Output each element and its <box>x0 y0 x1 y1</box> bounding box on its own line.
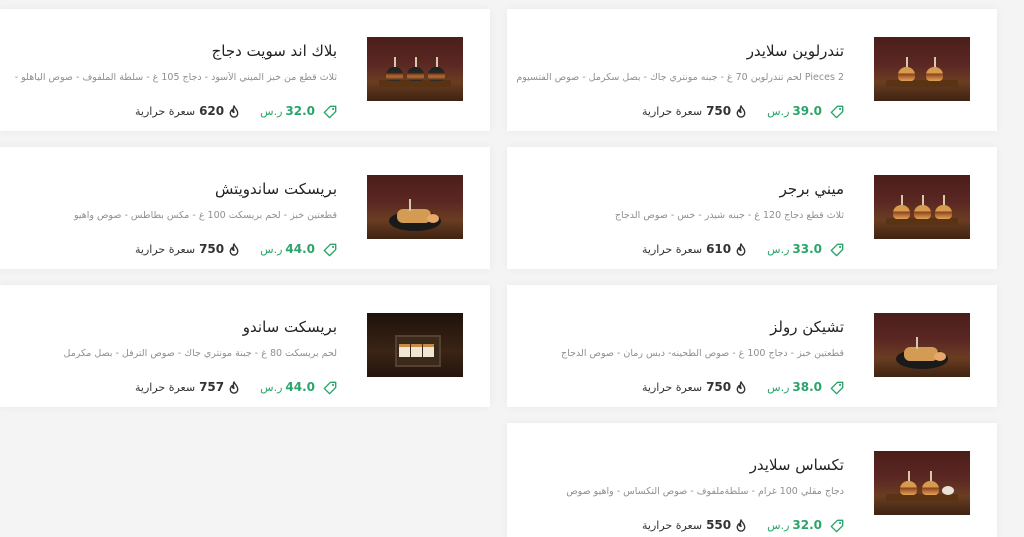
item-title: تكساس سلايدر <box>749 456 844 474</box>
item-description: ثلاث قطع دجاج 120 غ - جبنه شيدر - خس - ص… <box>614 210 844 221</box>
item-description: دجاج مقلي 100 غرام - سلطةملفوف - صوص الت… <box>566 486 844 497</box>
item-description: ثلاث قطع من خبز الميني الأسود - دجاج 105… <box>14 72 337 83</box>
item-meta: 44.0 ر.س 750 سعرة حرارية <box>135 240 337 258</box>
item-price: 32.0 ر.س <box>767 518 822 532</box>
item-calories: 750 سعرة حرارية <box>642 104 747 118</box>
menu-item-card[interactable]: ميني برجر ثلاث قطع دجاج 120 غ - جبنه شيد… <box>507 147 997 269</box>
item-photo <box>874 37 970 101</box>
calorie-label: سعرة حرارية <box>642 518 703 532</box>
item-meta: 44.0 ر.س 757 سعرة حرارية <box>135 378 337 396</box>
price-tag-icon <box>323 242 337 257</box>
item-title: تندرلوين سلايدر <box>746 42 844 60</box>
item-photo <box>367 175 463 239</box>
item-price: 44.0 ر.س <box>260 380 315 394</box>
currency-label: ر.س <box>767 242 790 256</box>
item-photo <box>367 313 463 377</box>
item-title: بريسكت ساندويتش <box>214 180 337 198</box>
price-tag-icon <box>830 518 844 533</box>
item-calories: 750 سعرة حرارية <box>642 380 747 394</box>
price-tag-icon <box>830 104 844 119</box>
item-photo <box>874 175 970 239</box>
item-title: ميني برجر <box>779 180 844 198</box>
currency-label: ر.س <box>767 104 790 118</box>
item-price: 38.0 ر.س <box>767 380 822 394</box>
currency-label: ر.س <box>260 380 283 394</box>
calorie-label: سعرة حرارية <box>642 104 703 118</box>
flame-icon <box>735 519 747 532</box>
item-calories: 750 سعرة حرارية <box>135 242 240 256</box>
item-description: 2 Pieces لحم تندرلوين 70 غ - جبنه مونتري… <box>516 72 844 83</box>
item-calories: 757 سعرة حرارية <box>135 380 240 394</box>
menu-item-card[interactable]: بلاك اند سويت دجاج ثلاث قطع من خبز المين… <box>0 9 490 131</box>
item-meta: 32.0 ر.س 550 سعرة حرارية <box>642 516 844 534</box>
item-meta: 32.0 ر.س 620 سعرة حرارية <box>135 102 337 120</box>
item-calories: 620 سعرة حرارية <box>135 104 240 118</box>
price-tag-icon <box>830 242 844 257</box>
calorie-label: سعرة حرارية <box>135 380 196 394</box>
currency-label: ر.س <box>767 518 790 532</box>
item-meta: 38.0 ر.س 750 سعرة حرارية <box>642 378 844 396</box>
item-price: 32.0 ر.س <box>260 104 315 118</box>
price-tag-icon <box>830 380 844 395</box>
price-tag-icon <box>323 104 337 119</box>
flame-icon <box>735 105 747 118</box>
item-photo <box>874 451 970 515</box>
menu-item-card[interactable]: بريسكت ساندويتش قطعتين خبز - لحم بريسكت … <box>0 147 490 269</box>
currency-label: ر.س <box>767 380 790 394</box>
flame-icon <box>228 105 240 118</box>
item-photo <box>874 313 970 377</box>
price-tag-icon <box>323 380 337 395</box>
item-photo <box>367 37 463 101</box>
item-description: لحم بريسكت 80 غ - جبنة مونتري جاك - صوص … <box>63 348 338 359</box>
flame-icon <box>228 243 240 256</box>
menu-item-card[interactable]: تكساس سلايدر دجاج مقلي 100 غرام - سلطةمل… <box>507 423 997 537</box>
currency-label: ر.س <box>260 104 283 118</box>
item-meta: 33.0 ر.س 610 سعرة حرارية <box>642 240 844 258</box>
calorie-label: سعرة حرارية <box>135 104 196 118</box>
item-description: قطعتين خبز - دجاج 100 غ - صوص الطحينه- د… <box>561 348 844 359</box>
menu-item-card[interactable]: بريسكت ساندو لحم بريسكت 80 غ - جبنة مونت… <box>0 285 490 407</box>
calorie-label: سعرة حرارية <box>135 242 196 256</box>
item-calories: 610 سعرة حرارية <box>642 242 747 256</box>
flame-icon <box>735 243 747 256</box>
menu-item-card[interactable]: تشيكن رولز قطعتين خبز - دجاج 100 غ - صوص… <box>507 285 997 407</box>
item-title: بلاك اند سويت دجاج <box>211 42 337 60</box>
item-price: 39.0 ر.س <box>767 104 822 118</box>
item-calories: 550 سعرة حرارية <box>642 518 747 532</box>
item-price: 44.0 ر.س <box>260 242 315 256</box>
currency-label: ر.س <box>260 242 283 256</box>
menu-item-card[interactable]: تندرلوين سلايدر 2 Pieces لحم تندرلوين 70… <box>507 9 997 131</box>
flame-icon <box>735 381 747 394</box>
calorie-label: سعرة حرارية <box>642 242 703 256</box>
item-title: بريسكت ساندو <box>242 318 337 336</box>
item-title: تشيكن رولز <box>770 318 844 336</box>
item-description: قطعتين خبز - لحم بريسكت 100 غ - مكس بطاط… <box>73 210 337 221</box>
calorie-label: سعرة حرارية <box>642 380 703 394</box>
item-price: 33.0 ر.س <box>767 242 822 256</box>
item-meta: 39.0 ر.س 750 سعرة حرارية <box>642 102 844 120</box>
flame-icon <box>228 381 240 394</box>
